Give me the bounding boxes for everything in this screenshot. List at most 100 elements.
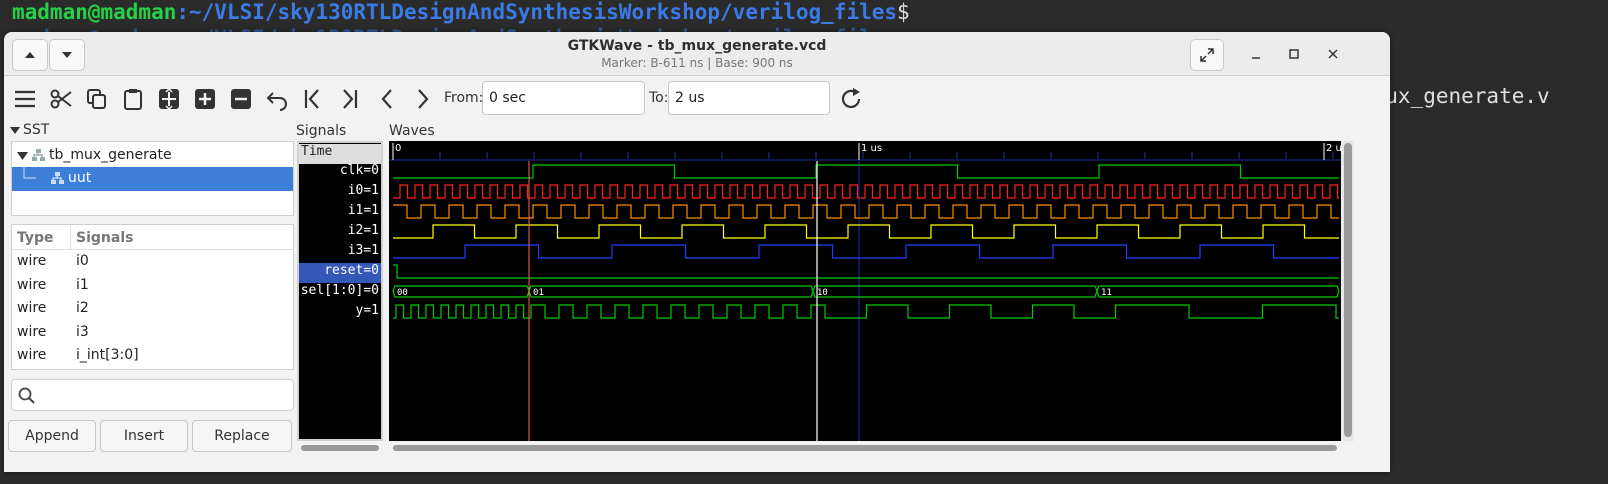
next-edge-button[interactable] — [408, 84, 438, 114]
close-button[interactable] — [1321, 42, 1345, 66]
copy-icon — [87, 89, 106, 109]
column-header-type[interactable]: Type — [17, 230, 54, 246]
signal-row[interactable]: clk=0 — [299, 163, 381, 183]
sst-title: SST — [23, 122, 50, 138]
signal-row-selected[interactable]: reset=0 — [299, 263, 381, 283]
collapse-triangle-icon — [10, 127, 20, 134]
waves-pane[interactable]: 0 1 us 2 u 00 01 10 11 — [389, 141, 1342, 441]
tree-item-label: uut — [68, 170, 92, 186]
from-input[interactable]: 0 sec — [482, 81, 645, 115]
table-row[interactable]: wire i0 — [12, 250, 293, 274]
minimize-button[interactable] — [1244, 42, 1268, 66]
timeline-label: 0 — [395, 143, 401, 154]
jump-end-button[interactable] — [334, 84, 364, 114]
replace-button[interactable]: Replace — [192, 420, 292, 452]
tree-item-uut[interactable]: uut — [12, 166, 293, 191]
column-divider — [70, 225, 71, 250]
titlebar: GTKWave - tb_mux_generate.vcd Marker: B-… — [4, 32, 1390, 76]
terminal-prompt: madman@madman:~/VLSI/sky130RTLDesignAndS… — [12, 0, 910, 24]
wave-sel-segment — [528, 285, 814, 298]
signal-value: 0 — [371, 263, 379, 278]
signal-name: y — [355, 303, 364, 318]
wave-sel-segment — [1096, 285, 1340, 298]
window-title: GTKWave - tb_mux_generate.vcd — [567, 38, 827, 54]
signal-row[interactable]: i3=1 — [299, 243, 381, 263]
reload-icon — [841, 88, 861, 108]
tree-item-tb-mux-generate[interactable]: tb_mux_generate — [12, 144, 293, 168]
append-button[interactable]: Append — [8, 420, 96, 452]
waves-vertical-scrollbar[interactable] — [1342, 141, 1354, 441]
insert-button[interactable]: Insert — [100, 420, 188, 452]
cut-button[interactable] — [46, 84, 76, 114]
window-subtitle: Marker: B-611 ns | Base: 900 ns — [601, 56, 793, 70]
signal-value: 0 — [371, 283, 379, 298]
zoom-fit-icon — [159, 87, 179, 111]
zoom-in-button[interactable] — [190, 84, 220, 114]
waveform-canvas[interactable]: 0 1 us 2 u 00 01 10 11 — [389, 141, 1342, 441]
signals-horizontal-scrollbar[interactable] — [297, 444, 383, 452]
undo-button[interactable] — [262, 84, 292, 114]
minimize-icon — [1252, 57, 1260, 59]
signal-name: i1 — [76, 276, 89, 293]
zoom-out-icon — [231, 89, 251, 109]
copy-button[interactable] — [82, 84, 112, 114]
gtkwave-window: GTKWave - tb_mux_generate.vcd Marker: B-… — [4, 32, 1390, 472]
signal-name: clk — [339, 163, 364, 178]
reload-button[interactable] — [836, 84, 866, 114]
scrollbar-thumb[interactable] — [393, 445, 1337, 451]
close-icon — [1328, 49, 1338, 59]
signal-name: i3 — [347, 243, 364, 258]
signal-row[interactable]: i1=1 — [299, 203, 381, 223]
paste-button[interactable] — [118, 84, 148, 114]
signal-row[interactable]: i0=1 — [299, 183, 381, 203]
time-label[interactable]: Time — [299, 144, 381, 164]
signal-name: i_int[3:0] — [76, 347, 139, 363]
column-header-signals[interactable]: Signals — [76, 230, 133, 246]
signal-value: 1 — [371, 203, 379, 218]
wave-sel-label: 10 — [817, 288, 828, 298]
to-input[interactable]: 2 us — [668, 81, 830, 115]
wave-sel-segment — [392, 285, 530, 298]
table-row[interactable]: wire i2 — [12, 297, 293, 321]
signal-name: i3 — [76, 323, 89, 340]
menu-button[interactable] — [10, 84, 40, 114]
signal-type: wire — [17, 276, 47, 293]
wave-sel-label: 01 — [533, 288, 544, 298]
jump-end-icon — [343, 89, 358, 109]
signals-title: Signals — [296, 123, 347, 139]
signal-row[interactable]: y=1 — [299, 303, 381, 323]
table-row[interactable]: wire i1 — [12, 274, 293, 298]
zoom-out-button[interactable] — [226, 84, 256, 114]
signal-search-input[interactable] — [11, 379, 294, 411]
signal-type: wire — [17, 253, 47, 269]
signal-row[interactable]: sel[1:0]=0 — [299, 283, 381, 303]
signal-value: 1 — [371, 243, 379, 258]
signal-name: i0 — [347, 183, 364, 198]
scrollbar-thumb[interactable] — [301, 445, 379, 451]
wave-i0 — [393, 184, 1339, 199]
signal-value: 1 — [371, 223, 379, 238]
expand-triangle-icon[interactable] — [17, 151, 29, 161]
waves-horizontal-scrollbar[interactable] — [389, 444, 1341, 452]
table-row[interactable]: wire i_int[3:0] — [12, 344, 293, 368]
undo-icon — [266, 92, 287, 111]
signal-type: wire — [17, 323, 47, 340]
jump-start-button[interactable] — [298, 84, 328, 114]
sst-header[interactable]: SST — [10, 122, 49, 138]
hierarchy-tree: tb_mux_generate uut — [11, 141, 294, 216]
scrollbar-thumb[interactable] — [1344, 143, 1352, 437]
fullscreen-button[interactable] — [1190, 39, 1224, 71]
prompt-user: madman@madman — [12, 0, 177, 24]
signal-type: wire — [17, 347, 47, 363]
signal-type-table: Type Signals wire i0 wire i1 wire i2 wire i3… — [11, 224, 294, 370]
signal-value: 1 — [371, 303, 379, 318]
signal-row[interactable]: i2=1 — [299, 223, 381, 243]
prev-edge-button[interactable] — [372, 84, 402, 114]
signals-pane: Time clk=0 i0=1 i1=1 i2=1 i3=1 reset=0 s… — [297, 141, 383, 441]
wave-i3 — [393, 244, 1339, 259]
zoom-fit-button[interactable] — [154, 84, 184, 114]
table-row[interactable]: wire i3 — [12, 321, 293, 345]
table-header: Type Signals — [12, 225, 293, 250]
maximize-button[interactable] — [1282, 42, 1306, 66]
expand-icon — [1200, 48, 1214, 62]
